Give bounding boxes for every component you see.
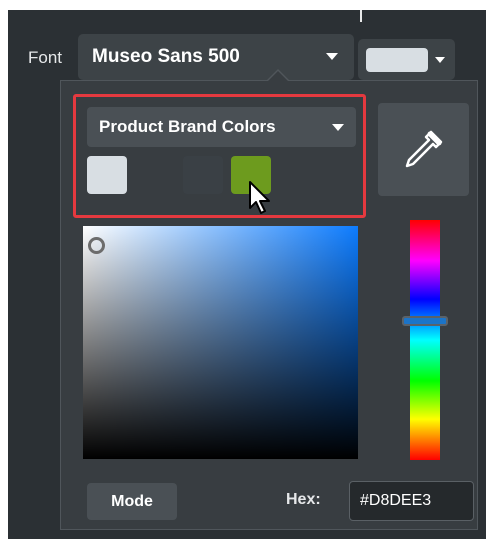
palette-dropdown[interactable]: Product Brand Colors [87, 107, 356, 147]
eyedropper-icon [405, 130, 443, 168]
chevron-down-icon [435, 57, 445, 63]
eyedropper-button[interactable] [378, 103, 469, 196]
divider [360, 10, 362, 22]
swatch-dark-gray[interactable] [183, 156, 223, 194]
hue-slider[interactable] [410, 220, 440, 460]
text-color-button[interactable] [358, 39, 455, 80]
mode-button[interactable]: Mode [87, 483, 177, 520]
palette-dropdown-value: Product Brand Colors [99, 117, 276, 136]
chevron-down-icon [332, 124, 344, 131]
color-selector-handle[interactable] [88, 237, 105, 254]
popover-pointer-fill [268, 71, 288, 81]
font-dropdown-value: Museo Sans 500 [92, 46, 240, 67]
swatch-light-gray[interactable] [87, 156, 127, 194]
font-label: Font [28, 48, 63, 67]
text-color-chip [366, 48, 428, 72]
hue-slider-handle[interactable] [402, 316, 448, 326]
hex-label: Hex: [286, 491, 321, 508]
saturation-value-field[interactable] [83, 226, 358, 459]
font-dropdown[interactable]: Museo Sans 500 [78, 34, 354, 80]
chevron-down-icon [326, 53, 338, 60]
hex-input[interactable] [349, 481, 474, 521]
mouse-cursor-icon [249, 181, 270, 214]
